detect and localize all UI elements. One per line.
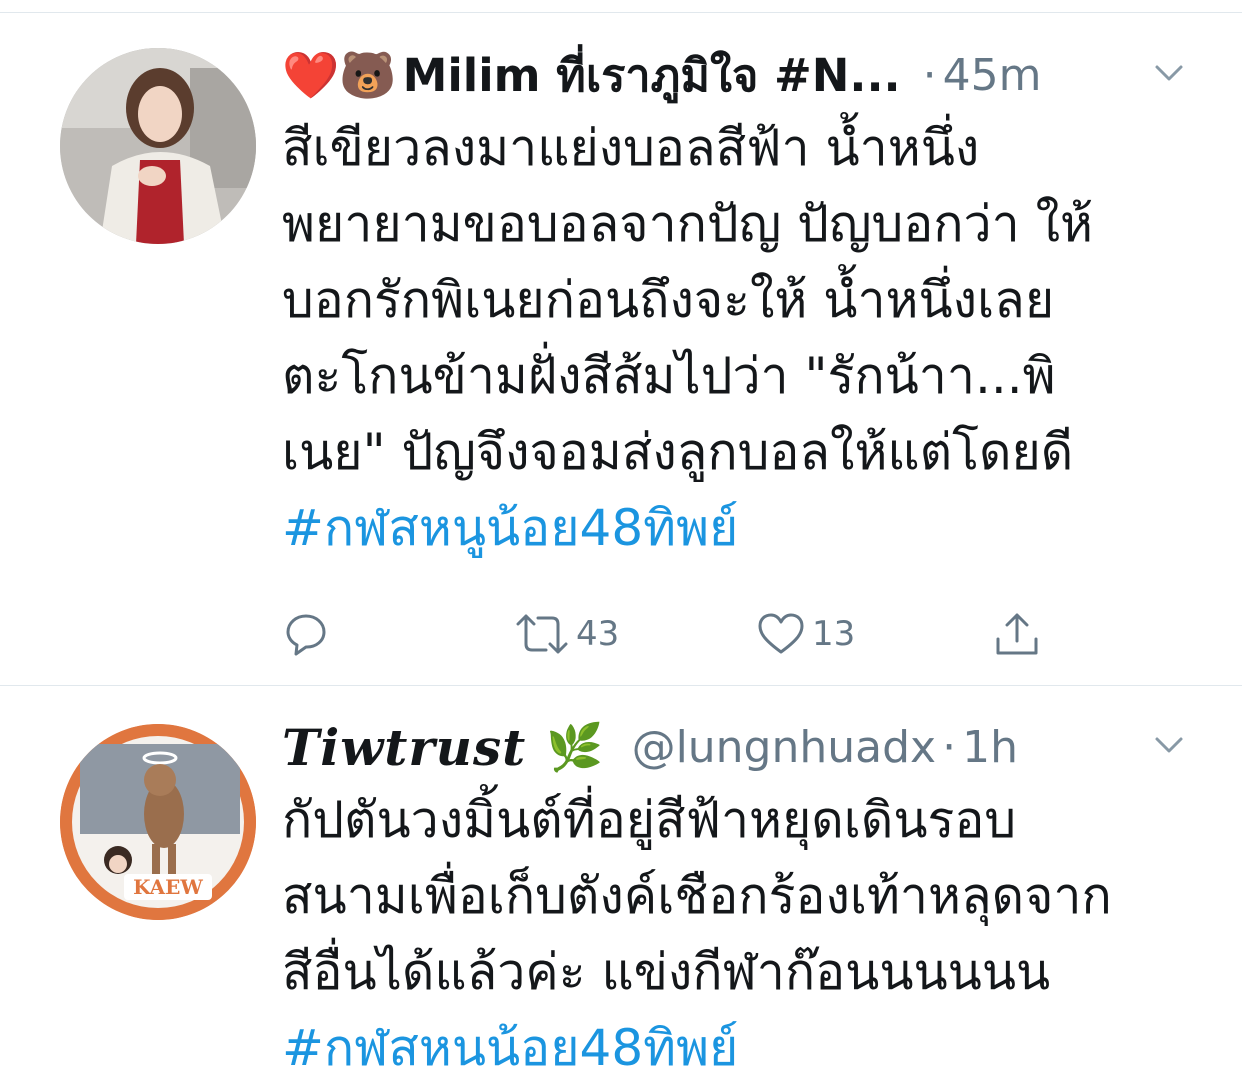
- tweet-actions: 43 13: [282, 606, 1182, 662]
- reply-icon: [286, 614, 326, 656]
- tweet-text: สีเขียวลงมาแย่งบอลสีฟ้า น้ำหนึ่ง พยายามข…: [282, 110, 1202, 566]
- display-name[interactable]: Milim ที่เราภูมิใจ #N...: [403, 39, 901, 111]
- tweet-text-line: สีอื่นได้แล้วค่ะ แข่งกีฬาก๊อนนนนนน: [282, 943, 1051, 1001]
- tweet-header: Tiwtrust 🌿 @lungnhuadx · 1h: [282, 712, 1182, 782]
- tweet[interactable]: ❤️🐻 Milim ที่เราภูมิใจ #N... · 45m สีเขี…: [0, 14, 1242, 685]
- timestamp[interactable]: 1h: [962, 722, 1018, 773]
- tweet-text-line: บอกรักพิเนยก่อนถึงจะให้ น้ำหนึ่งเลย: [282, 271, 1055, 329]
- user-handle[interactable]: @lungnhuadx: [632, 722, 937, 773]
- chevron-down-icon[interactable]: [1152, 56, 1186, 90]
- like-button[interactable]: 13: [756, 606, 855, 662]
- tweet-text-line: พยายามขอบอลจากปัญ ปัญบอกว่า ให้: [282, 195, 1093, 253]
- like-count: 13: [812, 614, 856, 654]
- tweet-divider: [0, 685, 1242, 686]
- timestamp[interactable]: 45m: [943, 50, 1042, 101]
- share-icon: [996, 613, 1038, 655]
- tweet-text-line: สนามเพื่อเก็บตังค์เชือกร้องเท้าหลุดจาก: [282, 867, 1112, 925]
- tweet-text-line: เนย" ปัญจึงจอมส่งลูกบอลให้แต่โดยดี: [282, 423, 1074, 481]
- display-name-emoji: 🌿: [546, 719, 604, 774]
- separator-dot: ·: [942, 721, 957, 773]
- retweet-icon: [516, 614, 568, 654]
- avatar[interactable]: KAEW: [60, 724, 256, 920]
- tweet-text-line: กัปตันวงมิ้นต์ที่อยู่สีฟ้าหยุดเดินรอบ: [282, 791, 1017, 849]
- reply-button[interactable]: [282, 606, 330, 662]
- share-button[interactable]: [992, 606, 1042, 662]
- like-icon: [758, 613, 804, 654]
- tweet-header: ❤️🐻 Milim ที่เราภูมิใจ #N... · 45m: [282, 40, 1182, 110]
- display-name-emoji: ❤️🐻: [282, 47, 397, 102]
- display-name[interactable]: Tiwtrust: [282, 718, 526, 777]
- chevron-down-icon[interactable]: [1152, 728, 1186, 762]
- avatar[interactable]: [60, 48, 256, 244]
- tweet-text-line: ตะโกนข้ามฝั่งสีส้มไปว่า "รักน้าา...พิ: [282, 347, 1056, 405]
- tweet[interactable]: KAEW Tiwtrust 🌿 @lungnhuadx · 1h กัปตันว…: [0, 688, 1242, 1086]
- separator-dot: ·: [922, 49, 937, 101]
- tweet-text: กัปตันวงมิ้นต์ที่อยู่สีฟ้าหยุดเดินรอบ สน…: [282, 782, 1202, 1086]
- svg-text:KAEW: KAEW: [133, 875, 203, 899]
- retweet-button[interactable]: 43: [514, 606, 619, 662]
- retweet-count: 43: [576, 614, 620, 654]
- hashtag-link[interactable]: #กฬสหนูน้อย48ทิพย์: [282, 490, 1202, 566]
- tweet-text-line: สีเขียวลงมาแย่งบอลสีฟ้า น้ำหนึ่ง: [282, 119, 980, 177]
- top-divider: [0, 0, 1242, 13]
- hashtag-link[interactable]: #กฬสหนน้อย48ทิพย์: [282, 1010, 1202, 1086]
